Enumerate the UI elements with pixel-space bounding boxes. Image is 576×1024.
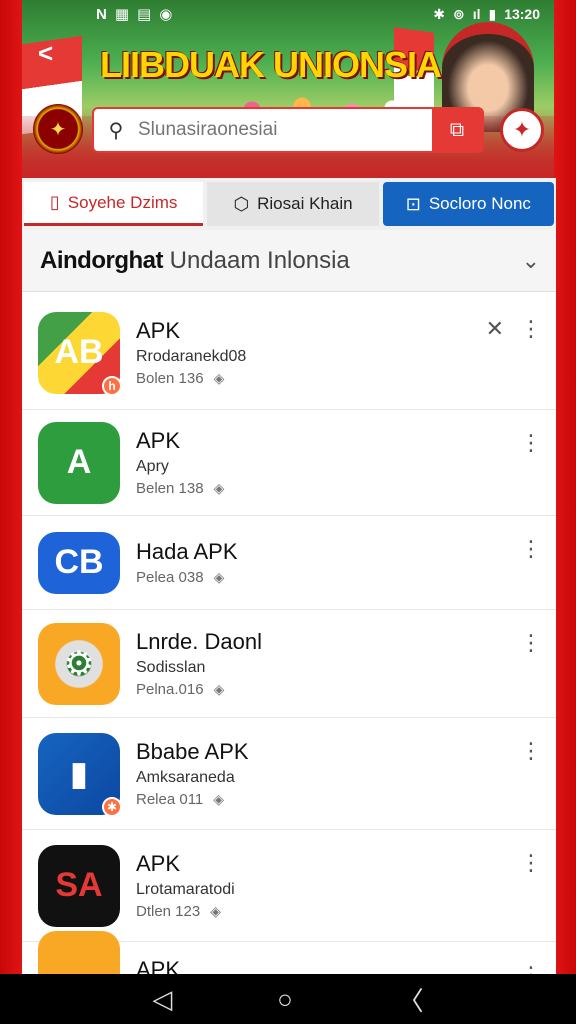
content-panel: ▯ Soyehe Dzims ⬡ Riosai Khain ⊡ Socloro … [22, 178, 556, 974]
frame-left [0, 0, 22, 1024]
app-meta: Relea 011 [136, 791, 204, 808]
app-icon: SA [38, 844, 120, 927]
app-icon: A [38, 421, 120, 504]
close-icon[interactable]: ✕ [486, 316, 504, 342]
nav-home-icon[interactable]: ○ [277, 984, 293, 1015]
download-icon: ◈ [210, 903, 221, 919]
app-subtitle: Amksaraneda [136, 769, 235, 786]
app-icon: AB h [38, 311, 122, 396]
section-title: Aindorghat Undaam Inlonsia [40, 246, 350, 274]
app-icon: ▮ ✱ [38, 732, 122, 817]
app-title: LIIBDUAK UNIONSIA [100, 44, 442, 85]
status-time: 13:20 [504, 6, 540, 22]
download-icon: ◈ [213, 569, 225, 585]
app-meta: Bolen 136 [136, 370, 204, 387]
list-item[interactable]: ▮ ✱ Bbabe APK Amksaraneda Relea 011 ◈ ⋮ [22, 718, 556, 830]
tab-socloro[interactable]: ⊡ Socloro Nonc [382, 182, 554, 226]
chevron-down-icon[interactable]: ⌄ [522, 248, 540, 274]
status-right-icons: ✱ ⊚ ıl ▮ 13:20 [433, 6, 540, 23]
download-icon: ◈ [213, 480, 225, 496]
tab-riosai[interactable]: ⬡ Riosai Khain [207, 182, 379, 226]
app-icon: CB [38, 531, 120, 594]
badge-icon: h [102, 375, 122, 396]
more-icon[interactable]: ⋮ [520, 630, 542, 656]
badge-icon: ✱ [102, 796, 122, 817]
frame-right [554, 0, 576, 1024]
list-item[interactable]: AB h APK Rrodaranekd08 Bolen 136 ◈ ✕ ⋮ [22, 296, 556, 410]
download-icon: ◈ [213, 681, 225, 697]
search-bar[interactable]: ⚲ ⧉ [92, 107, 484, 153]
search-input[interactable] [138, 119, 432, 141]
search-icon: ⚲ [108, 119, 124, 142]
download-icon: ◈ [213, 791, 225, 807]
status-bar: N ▦ ▤ ◉ ✱ ⊚ ıl ▮ 13:20 [0, 0, 576, 28]
app-name: APK [136, 428, 181, 453]
download-icon: ◈ [213, 370, 225, 386]
lock-icon: ⊡ [405, 193, 421, 214]
app-subtitle: Apry [136, 458, 169, 475]
app-name: Bbabe APK [136, 739, 249, 764]
more-icon[interactable]: ⋮ [520, 536, 542, 562]
app-meta: Pelea 038 [136, 569, 204, 586]
more-icon[interactable]: ⋮ [520, 962, 542, 974]
app-name: Hada APK [136, 539, 238, 564]
tab-label: Socloro Nonc [428, 194, 531, 213]
app-icon [38, 930, 120, 974]
app-meta: Pelna.016 [136, 681, 204, 698]
list-item[interactable]: APK ⋮ [22, 930, 556, 975]
app-name: APK [136, 956, 181, 975]
filter-icon[interactable]: ⧉ [432, 108, 482, 152]
section-header[interactable]: Aindorghat Undaam Inlonsia ⌄ [22, 230, 556, 292]
list-item[interactable]: ⚙ Lnrde. Daonl Sodisslan Pelna.016 ◈ ⋮ [22, 610, 556, 718]
tab-soyehe[interactable]: ▯ Soyehe Dzims [24, 182, 204, 226]
emblem-logo-left[interactable]: ✦ [33, 104, 83, 154]
bluetooth-icon: ✱ [433, 5, 445, 22]
tab-label: Soyehe Dzims [67, 192, 178, 212]
status-left-icons: N ▦ ▤ ◉ [96, 5, 173, 24]
list-item[interactable]: SA APK Lrotamaratodi Dtlen 123 ◈ ⋮ [22, 830, 556, 942]
emblem-logo-right[interactable]: ✦ [500, 108, 544, 152]
app-meta: Dtlen 123 [136, 903, 201, 920]
list-item[interactable]: CB Hada APK Pelea 038 ◈ ⋮ [22, 516, 556, 610]
calendar-icon: ▤ [137, 6, 152, 23]
app-list: AB h APK Rrodaranekd08 Bolen 136 ◈ ✕ ⋮ A … [22, 292, 556, 974]
notification-icon: N [96, 5, 107, 23]
more-icon[interactable]: ⋮ [520, 316, 542, 342]
more-icon[interactable]: ⋮ [520, 850, 542, 876]
circle-icon: ◉ [159, 6, 173, 23]
app-subtitle: Lrotamaratodi [136, 881, 235, 898]
nav-back-icon[interactable]: ◁ [152, 984, 172, 1015]
nav-bar: ◁ ○ 〈 [0, 974, 576, 1024]
tab-label: Riosai Khain [257, 194, 353, 213]
wifi-icon: ⊚ [452, 5, 465, 22]
gallery-icon: ▦ [114, 6, 130, 23]
back-arrow-icon[interactable]: < [38, 40, 64, 66]
app-subtitle: Rrodaranekd08 [136, 348, 247, 365]
list-item[interactable]: A APK Apry Belen 138 ◈ ⋮ [22, 410, 556, 516]
app-meta: Belen 138 [136, 480, 204, 497]
shield-icon: ⬡ [233, 193, 250, 214]
app-name: APK [136, 851, 181, 876]
phone-icon: ▯ [49, 192, 60, 212]
app-subtitle: Sodisslan [136, 659, 206, 676]
more-icon[interactable]: ⋮ [520, 430, 542, 456]
app-name: APK [136, 318, 181, 343]
battery-icon: ▮ [488, 5, 497, 22]
tab-bar: ▯ Soyehe Dzims ⬡ Riosai Khain ⊡ Socloro … [22, 178, 556, 230]
more-icon[interactable]: ⋮ [520, 738, 542, 764]
signal-icon: ıl [472, 6, 481, 22]
nav-recent-icon[interactable]: 〈 [398, 981, 424, 1018]
app-icon: ⚙ [38, 622, 120, 705]
app-name: Lnrde. Daonl [136, 629, 262, 654]
